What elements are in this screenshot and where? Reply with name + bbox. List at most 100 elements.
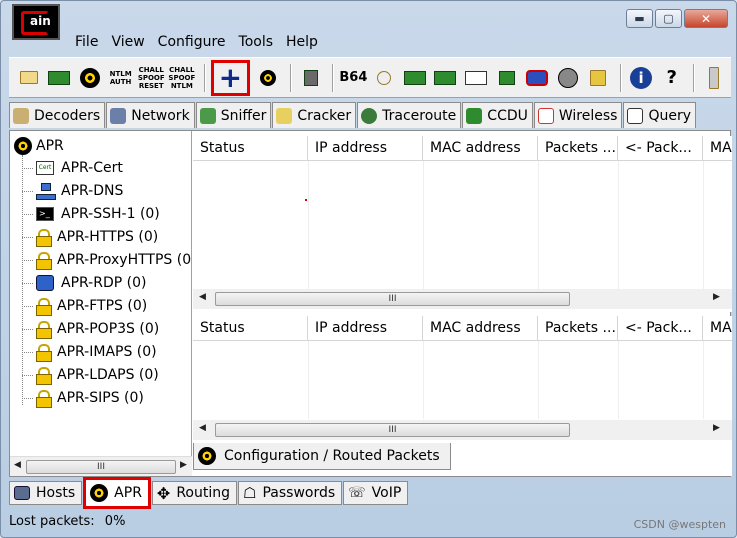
minimize-button[interactable]: ▬ [626,9,653,28]
column-ip-address[interactable]: IP address [308,136,423,160]
scroll-left-icon[interactable]: ◀ [199,292,206,302]
mpd-icon [434,70,457,85]
tree-item-apr-imaps[interactable]: APR-IMAPS (0) [22,344,157,362]
radiation-icon [198,447,216,465]
scroll-right-icon[interactable]: ▶ [180,460,187,470]
toolbar-separator [693,63,696,92]
box-button[interactable] [493,63,521,93]
maximize-button[interactable]: ▢ [655,9,682,28]
toolbar-separator [203,63,206,92]
lock-icon [36,229,52,247]
tab-traceroute[interactable]: Traceroute [357,102,462,128]
menu-configure[interactable]: Configure [158,34,226,54]
tree-item-apr-pop3s[interactable]: APR-POP3S (0) [22,321,159,339]
tab-ccdu[interactable]: CCDU [462,102,533,128]
scroll-left-icon[interactable]: ◀ [14,460,21,470]
tab-decoders[interactable]: Decoders [9,102,106,128]
tab-configuration-routed-packets[interactable]: Configuration / Routed Packets [193,443,451,470]
tab-sniffer[interactable]: Sniffer [195,102,272,128]
key-button[interactable] [370,63,398,93]
column-mac-2[interactable]: MA [703,316,732,340]
hash-button[interactable] [297,63,325,93]
column-mac-address[interactable]: MAC address [423,136,538,160]
ccdu-icon [466,107,483,124]
tree-root-apr[interactable]: APR [14,137,64,155]
lock-icon [36,321,52,339]
toolbar-separator [620,63,623,92]
scrollbar-thumb[interactable]: III [215,292,570,306]
phone-icon: ☏ [348,485,366,501]
lock-icon [36,298,52,316]
tree-item-apr-proxyhttps[interactable]: APR-ProxyHTTPS (0 [22,252,191,270]
apr-connections-list: Status IP address MAC address Packets ..… [193,136,732,312]
base64-button[interactable]: B64 [339,63,367,93]
tab-wireless[interactable]: Wireless [533,102,623,128]
list-body [193,161,732,289]
tree-item-apr-https[interactable]: APR-HTTPS (0) [22,229,158,247]
chall-spoof-ntlm-button[interactable]: CHALL SPOOF NTLM [168,63,196,93]
menu-help[interactable]: Help [286,34,318,54]
column-mac-address[interactable]: MAC address [423,316,538,340]
main-panel: APR Cert APR-Cert APR-DNS >_ APR-SSH-1 (0)… [9,130,732,477]
list-horizontal-scrollbar[interactable]: ◀ III ▶ [193,289,732,309]
tree-item-apr-ftps[interactable]: APR-FTPS (0) [22,298,147,316]
lock-icon [36,367,52,385]
menu-file[interactable]: File [75,34,98,54]
column-status[interactable]: Status [193,316,308,340]
tab-passwords[interactable]: ☖ Passwords [238,481,343,505]
tab-cracker[interactable]: Cracker [272,102,357,128]
tree-item-apr-ssh1[interactable]: >_ APR-SSH-1 (0) [22,206,160,222]
close-button[interactable]: ✕ [684,9,728,28]
wireless-button[interactable] [554,63,582,93]
tree-item-apr-sips[interactable]: APR-SIPS (0) [22,390,144,408]
tree-horizontal-scrollbar[interactable]: ◀ III ▶ [10,456,192,476]
menu-view[interactable]: View [111,34,144,54]
scrollbar-thumb[interactable]: III [26,460,176,474]
scrollbar-thumb[interactable]: III [215,423,570,437]
tree-item-apr-ldaps[interactable]: APR-LDAPS (0) [22,367,159,385]
tab-routing[interactable]: ✥ Routing [151,481,238,505]
tree-item-apr-cert[interactable]: Cert APR-Cert [22,160,123,176]
scroll-right-icon[interactable]: ▶ [713,292,720,302]
column-packets[interactable]: Packets ... [538,136,618,160]
column-packets-reverse[interactable]: <- Pack... [618,316,703,340]
tab-apr[interactable]: APR [83,477,151,509]
rainbow-button[interactable] [523,63,551,93]
tab-hosts[interactable]: Hosts [9,481,83,505]
password-button[interactable] [585,63,613,93]
title-bar: ain ▬ ▢ ✕ [1,1,736,40]
list-horizontal-scrollbar[interactable]: ◀ III ▶ [193,420,732,440]
recycle-icon [259,69,276,86]
column-packets[interactable]: Packets ... [538,316,618,340]
open-button[interactable] [15,63,43,93]
column-mac-2[interactable]: MA [703,136,732,160]
chall-spoof-reset-button[interactable]: CHALL SPOOF RESET [137,63,165,93]
terminal-icon: >_ [36,207,54,221]
info-button[interactable]: i [627,63,655,93]
clear-button[interactable] [254,63,282,93]
tab-voip[interactable]: ☏ VoIP [343,481,409,505]
status-bar: Lost packets: 0% [9,514,131,529]
nc-button[interactable] [462,63,490,93]
list-header: Status IP address MAC address Packets ..… [193,316,732,341]
tab-network[interactable]: Network [106,102,195,128]
rainbow-icon [526,69,549,86]
apr-toggle-button[interactable] [76,63,104,93]
column-ip-address[interactable]: IP address [308,316,423,340]
column-packets-reverse[interactable]: <- Pack... [618,136,703,160]
tree-item-apr-dns[interactable]: APR-DNS [22,183,123,200]
lm-button[interactable] [401,63,429,93]
help-button[interactable]: ? [658,63,686,93]
scroll-left-icon[interactable]: ◀ [199,423,206,433]
scroll-right-icon[interactable]: ▶ [713,423,720,433]
mpd-button[interactable] [432,63,460,93]
menu-tools[interactable]: Tools [239,34,274,54]
column-status[interactable]: Status [193,136,308,160]
ntlm-auth-button[interactable]: NTLM AUTH [107,63,135,93]
lost-packets-value: 0% [104,514,126,529]
tab-query[interactable]: Query [623,102,696,128]
exit-button[interactable] [700,63,728,93]
tree-item-apr-rdp[interactable]: APR-RDP (0) [22,275,146,291]
add-button[interactable]: + [210,59,251,96]
sniffer-toggle-button[interactable] [46,63,74,93]
